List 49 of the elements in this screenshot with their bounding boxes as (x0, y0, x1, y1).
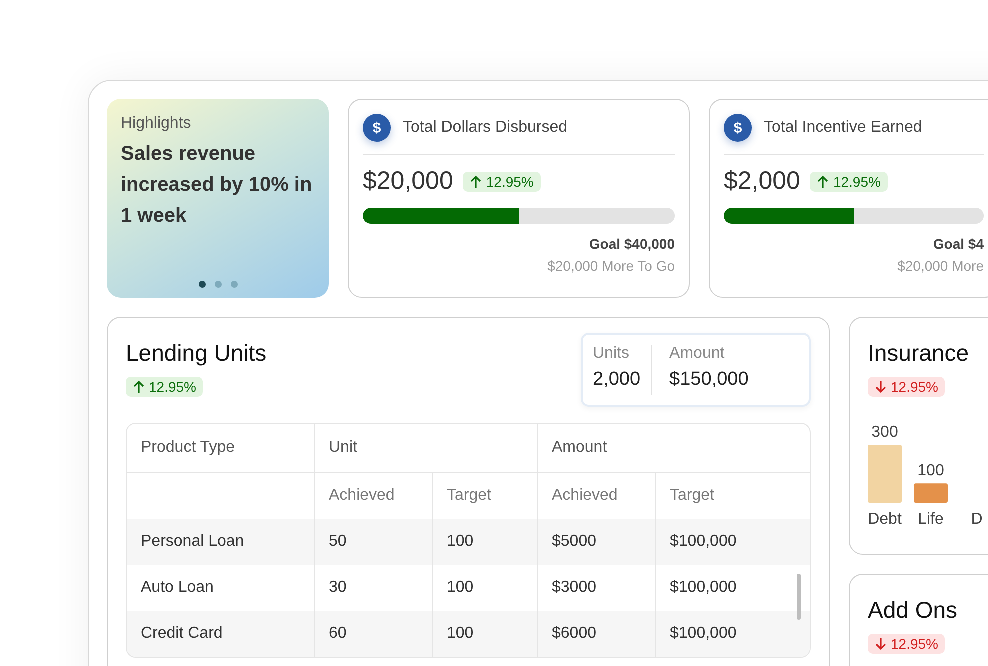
change-badge: 12.95% (868, 377, 946, 397)
table-cell-text: Auto Loan (140, 578, 215, 598)
dollar-icon: $ (363, 114, 391, 142)
card-title: Total Dollars Disbursed (403, 119, 568, 137)
highlight-label: Highlights (121, 115, 192, 133)
dollar-icon: $ (724, 114, 752, 142)
column-header: Product Type (127, 424, 314, 473)
goal-text: Goal $4 (932, 236, 984, 252)
table-cell: 60 (314, 611, 432, 657)
bar-label: Debt (868, 511, 902, 528)
carousel-dot[interactable] (198, 281, 206, 288)
table-cell: $6000 (537, 611, 655, 657)
card-title: Add Ons (868, 597, 958, 624)
summary-value: 2,000 (593, 369, 641, 391)
bar-value: 100 (918, 462, 944, 480)
table-cell: 100 (432, 611, 537, 657)
change-badge: 12.95% (810, 172, 888, 192)
summary-label: Amount (670, 345, 726, 363)
bar-label: Life (918, 511, 944, 528)
remaining-text: $20,000 More (896, 258, 984, 274)
card-title: Total Incentive Earned (764, 119, 922, 137)
summary-value: $150,000 (670, 369, 749, 391)
bar (914, 484, 948, 503)
bar (868, 445, 902, 503)
card-title: Insurance (868, 340, 970, 367)
card-title: Lending Units (126, 340, 267, 367)
carousel-dot[interactable] (230, 281, 238, 288)
scrollbar[interactable] (797, 574, 801, 620)
column-header: Unit (314, 424, 537, 473)
stat-value: $2,000 (724, 167, 800, 196)
table-cell: $100,000 (655, 611, 810, 657)
table-cell: 50 (314, 519, 432, 565)
table-cell: $5000 (537, 519, 655, 565)
change-badge: 12.95% (126, 377, 204, 397)
remaining-text: $20,000 More To Go (546, 258, 675, 274)
table-cell: $100,000 (655, 519, 810, 565)
stat-value: $20,000 (363, 167, 454, 196)
column-header: Amount (537, 424, 810, 473)
change-badge: 12.95% (463, 172, 541, 192)
bar-value: 300 (872, 424, 898, 441)
table-cell: Personal Loan (127, 519, 314, 565)
table-cell: Credit Card (127, 611, 314, 657)
highlight-message: Sales revenue increased by 10% in 1 week (121, 142, 314, 229)
summary-label: Units (593, 345, 630, 363)
bar-label: D (971, 511, 983, 528)
carousel-dot[interactable] (214, 281, 222, 288)
change-badge: 12.95% (868, 634, 946, 654)
table-cell: 100 (432, 519, 537, 565)
goal-text: Goal $40,000 (588, 236, 675, 252)
